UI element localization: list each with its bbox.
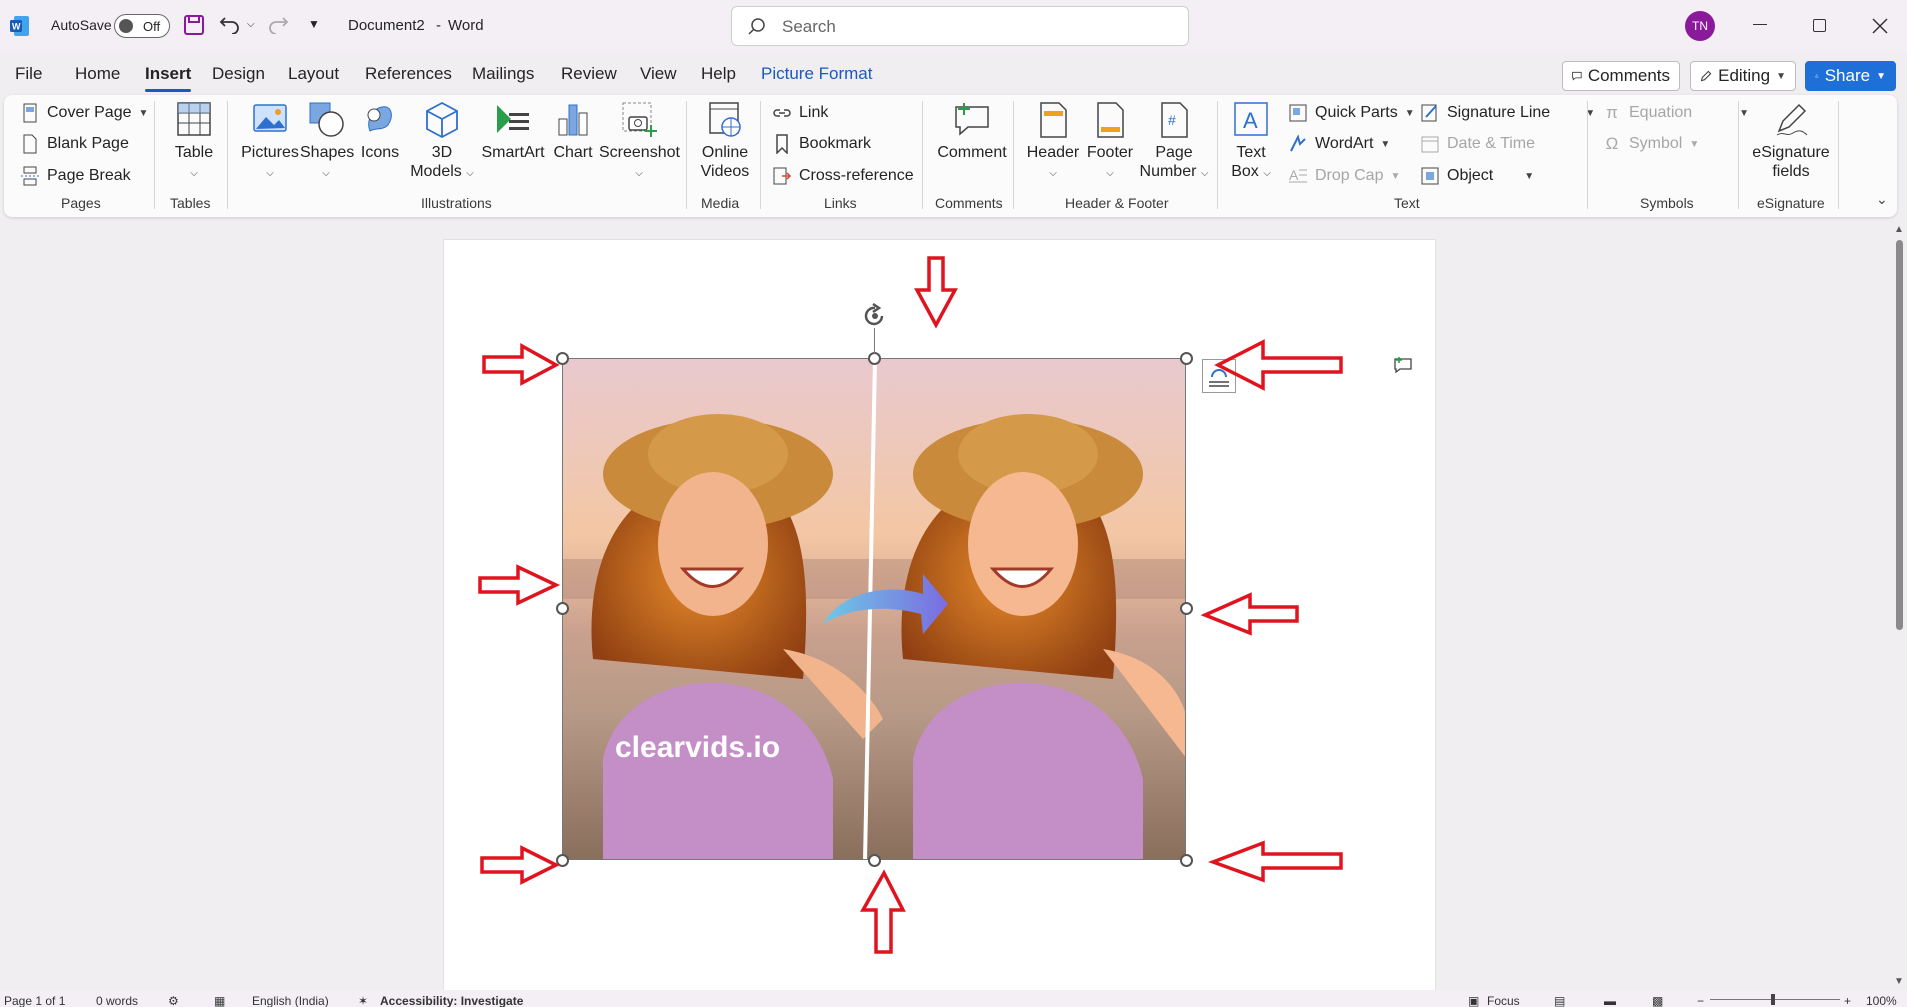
arrow-left-icon <box>1207 840 1343 883</box>
zoom-level[interactable]: 100% <box>1866 994 1897 1007</box>
zoom-out-icon[interactable]: − <box>1697 994 1704 1007</box>
print-layout-icon[interactable]: ▬ <box>1604 994 1616 1007</box>
status-bar: Page 1 of 1 0 words ⚙ ▦ English (India) … <box>0 990 1907 1007</box>
arrow-left-icon <box>1214 339 1343 391</box>
zoom-in-icon[interactable]: + <box>1844 994 1851 1007</box>
track-icon[interactable]: ⚙ <box>168 994 179 1007</box>
zoom-slider-thumb[interactable] <box>1771 994 1775 1005</box>
word-count[interactable]: 0 words <box>96 994 138 1007</box>
scroll-down-icon[interactable]: ▼ <box>1894 976 1904 987</box>
vertical-scrollbar[interactable]: ▲ ▼ <box>1890 224 1907 990</box>
scroll-up-icon[interactable]: ▲ <box>1894 224 1904 235</box>
accessibility-status[interactable]: Accessibility: Investigate <box>380 994 523 1007</box>
arrow-left-icon <box>1200 592 1299 636</box>
arrow-right-icon <box>482 343 560 386</box>
page-count[interactable]: Page 1 of 1 <box>4 994 65 1007</box>
focus-icon: ▣ <box>1468 994 1480 1007</box>
arrow-down-icon <box>914 256 958 329</box>
arrow-right-icon <box>480 845 560 885</box>
accessibility-icon: ✶ <box>358 994 369 1007</box>
language[interactable]: English (India) <box>252 994 329 1007</box>
arrow-right-icon <box>478 564 561 606</box>
annotation-arrows <box>478 256 1343 954</box>
web-layout-icon[interactable]: ▩ <box>1652 994 1663 1007</box>
zoom-slider[interactable] <box>1710 999 1840 1000</box>
focus-mode[interactable]: Focus <box>1487 994 1520 1007</box>
read-icon[interactable]: ▦ <box>214 994 225 1007</box>
arrow-up-icon <box>859 869 906 954</box>
scroll-thumb[interactable] <box>1896 240 1903 630</box>
read-mode-icon[interactable]: ▤ <box>1554 994 1565 1007</box>
